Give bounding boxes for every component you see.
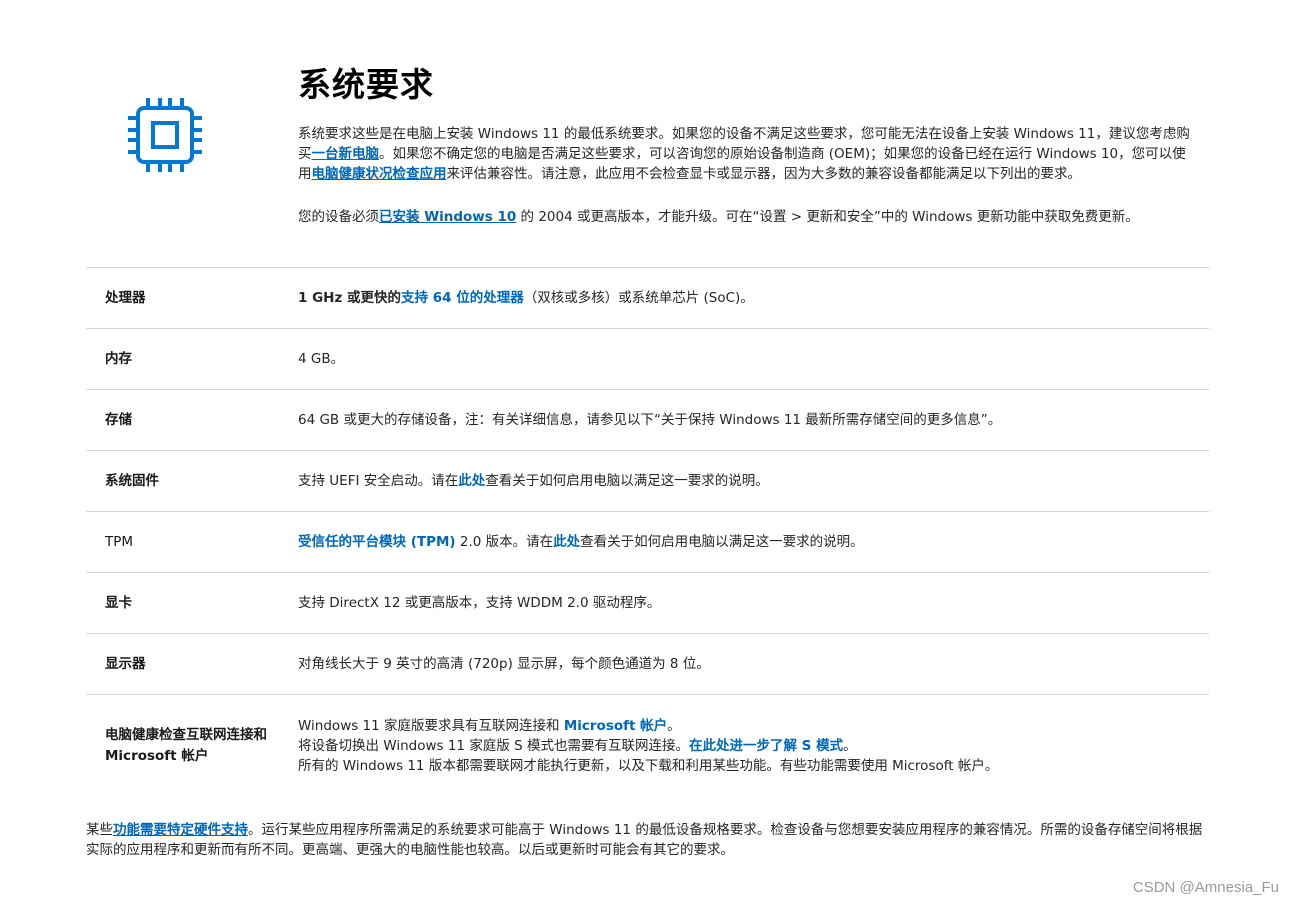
- intro-paragraph-2: 您的设备必须已安装 Windows 10 的 2004 或更高版本，才能升级。可…: [298, 207, 1198, 227]
- row-value-storage: 64 GB 或更大的存储设备，注：有关详细信息，请参见以下“关于保持 Windo…: [298, 412, 1002, 428]
- table-row: TPM 受信任的平台模块 (TPM) 2.0 版本。请在此处查看关于如何启用电脑…: [86, 512, 1209, 573]
- table-row: 内存 4 GB。: [86, 329, 1209, 390]
- value-text: （双核或多核）或系统单芯片 (SoC)。: [523, 290, 754, 306]
- watermark: CSDN @Amnesia_Fu: [1132, 879, 1279, 896]
- value-text: 查看关于如何启用电脑以满足这一要求的说明。: [485, 473, 769, 489]
- intro-section: 系统要求这些是在电脑上安装 Windows 11 的最低系统要求。如果您的设备不…: [298, 124, 1198, 227]
- intro-text: 来评估兼容性。请注意，此应用不会检查显卡或显示器，因为大多数的兼容设备都能满足以…: [446, 166, 1082, 182]
- row-value-graphics: 支持 DirectX 12 或更高版本，支持 WDDM 2.0 驱动程序。: [298, 595, 661, 611]
- row-value-processor: 1 GHz 或更快的支持 64 位的处理器（双核或多核）或系统单芯片 (SoC)…: [298, 288, 1209, 308]
- firmware-here-link[interactable]: 此处: [458, 473, 485, 489]
- page-title: 系统要求: [298, 65, 434, 104]
- row-label-display: 显示器: [105, 655, 146, 672]
- table-row: 电脑健康检查互联网连接和 Microsoft 帐户 Windows 11 家庭版…: [86, 695, 1209, 796]
- value-text: 。: [843, 737, 857, 754]
- intro-paragraph-1: 系统要求这些是在电脑上安装 Windows 11 的最低系统要求。如果您的设备不…: [298, 124, 1198, 184]
- tpm-link[interactable]: 受信任的平台模块 (TPM): [298, 534, 456, 550]
- requirements-table: 处理器 1 GHz 或更快的支持 64 位的处理器（双核或多核）或系统单芯片 (…: [86, 267, 1209, 796]
- row-value-tpm: 受信任的平台模块 (TPM) 2.0 版本。请在此处查看关于如何启用电脑以满足这…: [298, 532, 1209, 552]
- row-value-memory: 4 GB。: [298, 351, 345, 367]
- row-value-firmware: 支持 UEFI 安全启动。请在此处查看关于如何启用电脑以满足这一要求的说明。: [298, 471, 1209, 491]
- intro-text: 的 2004 或更高版本，才能升级。可在“设置 > 更新和安全”中的 Windo…: [516, 209, 1139, 225]
- value-text: Windows 11 家庭版要求具有互联网连接和: [298, 717, 564, 734]
- table-row: 显卡 支持 DirectX 12 或更高版本，支持 WDDM 2.0 驱动程序。: [86, 573, 1209, 634]
- table-row: 系统固件 支持 UEFI 安全启动。请在此处查看关于如何启用电脑以满足这一要求的…: [86, 451, 1209, 512]
- value-text: 。: [667, 717, 681, 734]
- internet-line-1: Windows 11 家庭版要求具有互联网连接和 Microsoft 帐户。: [298, 716, 1209, 736]
- internet-line-3: 所有的 Windows 11 版本都需要联网才能执行更新，以及下载和利用某些功能…: [298, 757, 999, 774]
- windows10-installed-link[interactable]: 已安装 Windows 10: [379, 209, 516, 225]
- new-pc-link[interactable]: 一台新电脑: [312, 146, 380, 162]
- s-mode-link[interactable]: 在此处进一步了解 S 模式: [689, 738, 843, 754]
- processor-chip-icon: [128, 98, 202, 172]
- row-label-processor: 处理器: [105, 289, 146, 306]
- value-text: 2.0 版本。请在: [455, 534, 554, 550]
- footer-note: 某些功能需要特定硬件支持。运行某些应用程序所需满足的系统要求可能高于 Windo…: [86, 820, 1211, 860]
- row-label-tpm: TPM: [105, 533, 134, 550]
- row-value-display: 对角线长大于 9 英寸的高清 (720p) 显示屏，每个颜色通道为 8 位。: [298, 656, 710, 672]
- row-label-firmware: 系统固件: [105, 472, 159, 489]
- row-label-internet: 电脑健康检查互联网连接和 Microsoft 帐户: [105, 726, 267, 764]
- table-row: 存储 64 GB 或更大的存储设备，注：有关详细信息，请参见以下“关于保持 Wi…: [86, 390, 1209, 451]
- footer-text: 某些: [86, 822, 113, 838]
- 64bit-processor-link[interactable]: 支持 64 位的处理器: [401, 290, 524, 306]
- internet-line-2: 将设备切换出 Windows 11 家庭版 S 模式也需要有互联网连接。在此处进…: [298, 736, 1209, 756]
- microsoft-account-link[interactable]: Microsoft 帐户: [564, 718, 667, 734]
- pc-health-check-link[interactable]: 电脑健康状况检查应用: [312, 166, 447, 182]
- table-row: 显示器 对角线长大于 9 英寸的高清 (720p) 显示屏，每个颜色通道为 8 …: [86, 634, 1209, 695]
- row-value-internet: Windows 11 家庭版要求具有互联网连接和 Microsoft 帐户。 将…: [298, 716, 1209, 776]
- value-text: 1 GHz 或更快的: [298, 290, 402, 306]
- row-label-graphics: 显卡: [105, 594, 132, 611]
- tpm-here-link[interactable]: 此处: [553, 534, 580, 550]
- table-row: 处理器 1 GHz 或更快的支持 64 位的处理器（双核或多核）或系统单芯片 (…: [86, 268, 1209, 329]
- value-text: 查看关于如何启用电脑以满足这一要求的说明。: [580, 534, 864, 550]
- row-label-memory: 内存: [105, 350, 132, 367]
- value-text: 将设备切换出 Windows 11 家庭版 S 模式也需要有互联网连接。: [298, 737, 689, 754]
- intro-text: 您的设备必须: [298, 209, 379, 225]
- row-label-storage: 存储: [105, 411, 132, 428]
- footer-text: 。运行某些应用程序所需满足的系统要求可能高于 Windows 11 的最低设备规…: [86, 822, 1203, 858]
- hardware-features-link[interactable]: 功能需要特定硬件支持: [113, 822, 248, 838]
- value-text: 支持 UEFI 安全启动。请在: [298, 473, 459, 489]
